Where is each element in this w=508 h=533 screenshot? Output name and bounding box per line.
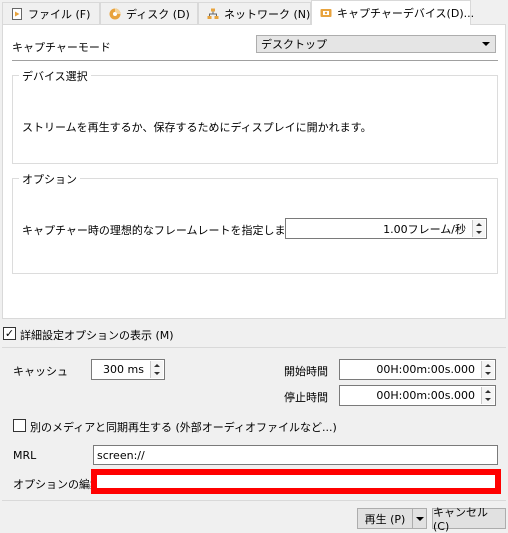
tab-capture-device[interactable]: キャプチャーデバイス(D)...	[311, 0, 475, 25]
network-icon	[207, 8, 219, 20]
cache-value: 300 ms	[103, 363, 144, 376]
device-selection-group: デバイス選択 ストリームを再生するか、保存するためにディスプレイに開かれます。	[12, 68, 498, 164]
arrow-down-icon	[485, 372, 491, 376]
arrow-up-icon	[485, 389, 491, 393]
chevron-down-icon	[482, 42, 490, 46]
capture-mode-label: キャプチャーモード	[12, 41, 111, 54]
stop-time-value: 00H:00m:00s.000	[376, 389, 475, 402]
cache-up-button[interactable]	[151, 361, 163, 370]
tab-disc-label: ディスク (D)	[126, 7, 190, 21]
tab-disc[interactable]: ディスク (D)	[100, 2, 198, 24]
stop-time-down-button[interactable]	[482, 395, 494, 404]
cache-spinbox[interactable]: 300 ms	[91, 359, 165, 380]
stop-time-up-button[interactable]	[482, 387, 494, 396]
device-selection-title: デバイス選択	[19, 68, 91, 84]
start-time-down-button[interactable]	[482, 369, 494, 378]
cache-label: キャッシュ	[13, 365, 68, 378]
arrow-up-icon	[476, 222, 482, 226]
tab-network-label: ネットワーク (N)	[224, 7, 311, 21]
device-selection-description: ストリームを再生するか、保存するためにディスプレイに開かれます。	[22, 121, 372, 134]
play-dropdown-button[interactable]	[412, 508, 427, 529]
tab-network[interactable]: ネットワーク (N)	[198, 2, 311, 24]
mrl-label: MRL	[13, 449, 37, 462]
sync-media-label: 別のメディアと同期再生する (外部オーディオファイルなど...)	[30, 421, 337, 434]
capture-mode-select[interactable]: デスクトップ	[256, 35, 496, 53]
framerate-label: キャプチャー時の理想的なフレームレートを指定します。	[22, 224, 307, 237]
disc-icon	[109, 8, 121, 20]
divider	[2, 347, 506, 348]
framerate-spinbox[interactable]: 1.00フレーム/秒	[285, 218, 487, 239]
divider	[2, 500, 506, 501]
start-time-label: 開始時間	[284, 365, 328, 378]
play-button-label: 再生 (P)	[364, 512, 406, 526]
divider	[12, 60, 498, 61]
capture-mode-value: デスクトップ	[261, 38, 327, 51]
tab-file[interactable]: ファイル (F)	[2, 2, 100, 24]
arrow-down-icon	[476, 231, 482, 235]
play-button[interactable]: 再生 (P)	[357, 508, 413, 529]
options-group: オプション キャプチャー時の理想的なフレームレートを指定します。 1.00フレー…	[12, 171, 498, 274]
show-advanced-label: 詳細設定オプションの表示 (M)	[20, 329, 174, 342]
arrow-up-icon	[485, 363, 491, 367]
mrl-input[interactable]: screen://	[93, 445, 498, 465]
chevron-down-icon	[415, 516, 424, 521]
start-time-up-button[interactable]	[482, 361, 494, 370]
stop-time-label: 停止時間	[284, 391, 328, 404]
arrow-down-icon	[485, 398, 491, 402]
options-title: オプション	[19, 171, 80, 187]
framerate-up-button[interactable]	[473, 220, 485, 229]
checkmark-icon: ✓	[4, 327, 15, 340]
cache-down-button[interactable]	[151, 369, 163, 378]
show-advanced-checkbox[interactable]: ✓	[3, 327, 16, 340]
mrl-value: screen://	[97, 448, 145, 462]
stop-time-spinbox[interactable]: 00H:00m:00s.000	[339, 385, 496, 406]
capture-panel: キャプチャーモード デスクトップ デバイス選択 ストリームを再生するか、保存する…	[2, 24, 506, 319]
framerate-value: 1.00フレーム/秒	[383, 222, 466, 236]
framerate-down-button[interactable]	[473, 228, 485, 237]
capture-device-icon	[320, 7, 332, 19]
cancel-button[interactable]: キャンセル (C)	[432, 506, 506, 533]
sync-media-checkbox[interactable]	[13, 419, 26, 432]
tab-file-label: ファイル (F)	[28, 7, 91, 21]
edit-options-label: オプションの編集	[13, 478, 101, 491]
cancel-button-label: キャンセル (C)	[433, 506, 488, 533]
arrow-down-icon	[154, 372, 160, 376]
edit-options-input[interactable]	[91, 469, 501, 494]
file-play-icon	[11, 7, 23, 20]
tab-capture-device-label: キャプチャーデバイス(D)...	[337, 7, 475, 20]
start-time-spinbox[interactable]: 00H:00m:00s.000	[339, 359, 496, 380]
start-time-value: 00H:00m:00s.000	[376, 363, 475, 376]
arrow-up-icon	[154, 363, 160, 367]
